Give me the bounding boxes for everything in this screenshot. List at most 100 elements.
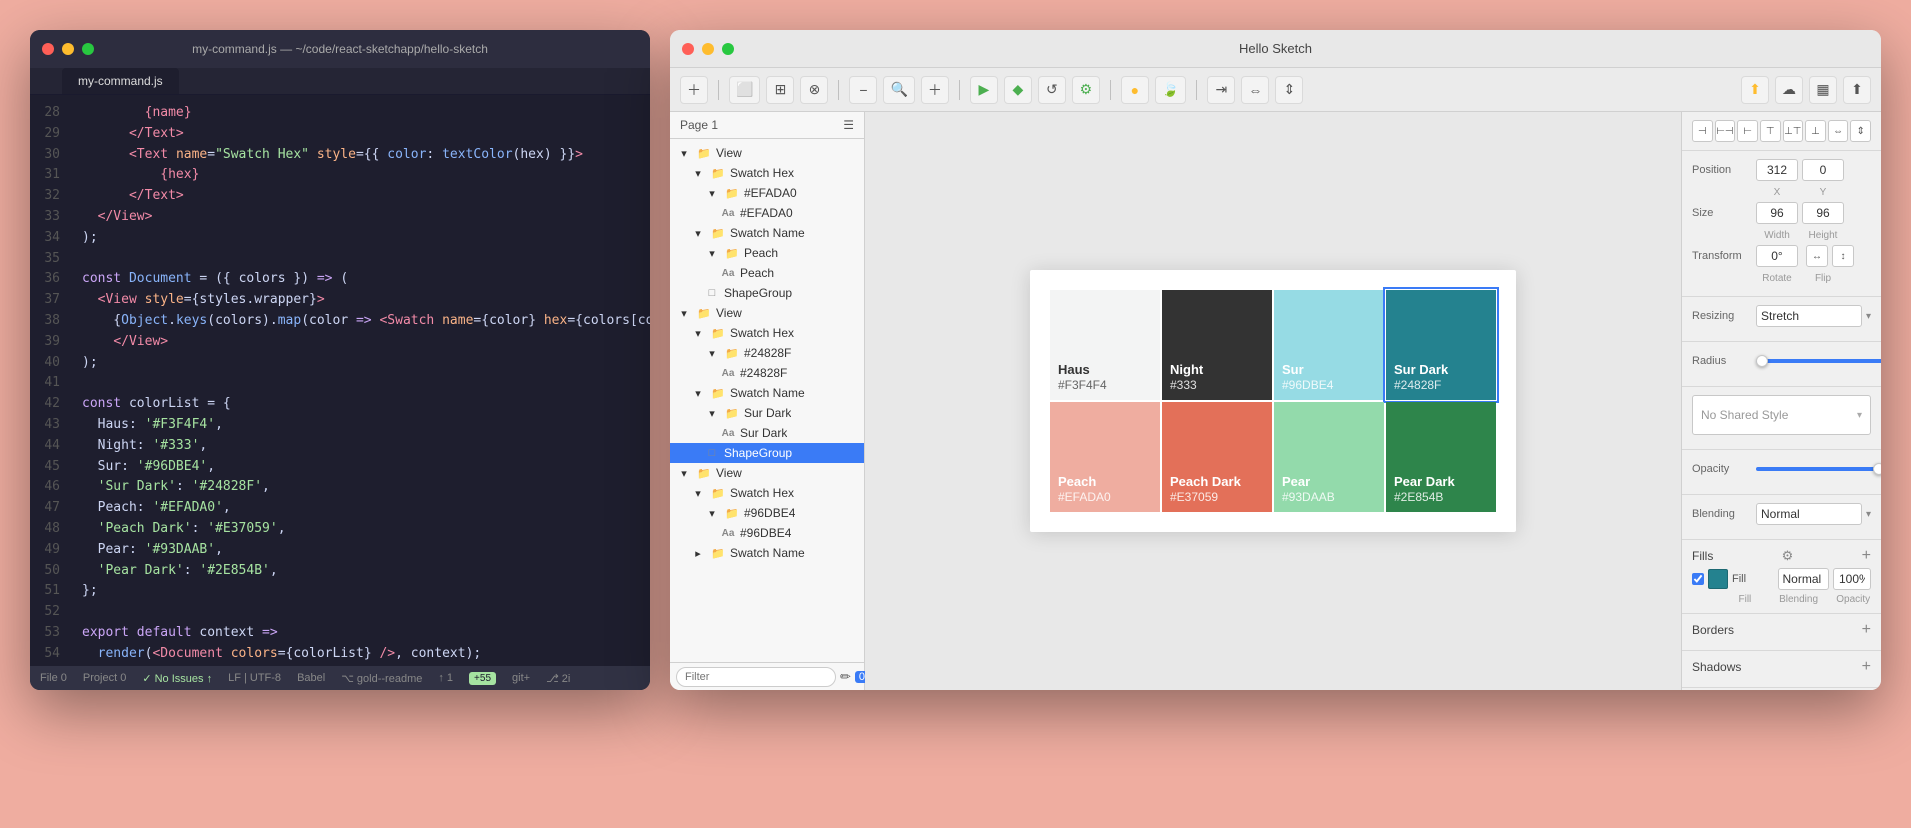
swatch-haus[interactable]: Haus #F3F4F4 [1050, 290, 1160, 400]
toolbar-symbol-btn[interactable]: ⊗ [800, 76, 828, 104]
fill-color-swatch[interactable] [1708, 569, 1728, 589]
toolbar-align-left-btn[interactable]: ⇥ [1207, 76, 1235, 104]
layer-shapegroup-selected[interactable]: □ ShapeGroup [670, 443, 864, 463]
toolbar-run-btn[interactable]: ▶ [970, 76, 998, 104]
align-top-btn[interactable]: ⊤ [1760, 120, 1781, 142]
layers-toggle-btn[interactable]: ☰ [843, 118, 854, 132]
toolbar-cloud-btn[interactable]: ☁ [1775, 76, 1803, 104]
size-h-input[interactable] [1802, 202, 1844, 224]
layer-swatchhex3[interactable]: ▾ 📁 Swatch Hex [670, 483, 864, 503]
editor-tab[interactable]: my-command.js [62, 68, 179, 94]
align-center-v-btn[interactable]: ⊥⊤ [1783, 120, 1804, 142]
toolbar-sep-4 [1110, 80, 1111, 100]
blending-select[interactable]: Normal Multiply Screen [1756, 503, 1862, 525]
align-bottom-btn[interactable]: ⊥ [1805, 120, 1826, 142]
fill-checkbox-1[interactable] [1692, 573, 1704, 585]
toolbar-circle-btn[interactable]: ● [1121, 76, 1149, 104]
toolbar-zoom-icon[interactable]: 🔍 [883, 76, 914, 104]
fill-blending-select[interactable]: Normal [1778, 568, 1830, 590]
rotate-input[interactable] [1756, 245, 1798, 267]
layer-24828f-folder[interactable]: ▾ 📁 #24828F [670, 343, 864, 363]
swatch-sur[interactable]: Sur #96DBE4 [1274, 290, 1384, 400]
sketch-minimize-button[interactable] [702, 43, 714, 55]
shape-icon: □ [704, 445, 720, 461]
page-label[interactable]: Page 1 [680, 118, 718, 132]
swatch-peachdark[interactable]: Peach Dark #E37059 [1162, 402, 1272, 512]
layer-view1[interactable]: ▾ 📁 View [670, 143, 864, 163]
flip-v-btn[interactable]: ↕ [1832, 245, 1854, 267]
toolbar-zoom-out-btn[interactable]: − [849, 76, 877, 104]
layer-efada0-text[interactable]: Aa #EFADA0 [670, 203, 864, 223]
layer-view3[interactable]: ▾ 📁 View [670, 463, 864, 483]
fullscreen-button[interactable] [82, 43, 94, 55]
toolbar-frame-btn[interactable]: ⬜ [729, 76, 760, 104]
flip-h-btn[interactable]: ↔ [1806, 245, 1828, 267]
toolbar-refresh-btn[interactable]: ↺ [1038, 76, 1066, 104]
radius-slider[interactable] [1756, 359, 1881, 363]
distribute-h-btn[interactable]: ⇔ [1828, 120, 1849, 142]
layer-surdark-text[interactable]: Aa Sur Dark [670, 423, 864, 443]
sketch-close-button[interactable] [682, 43, 694, 55]
layer-96dbe4-folder[interactable]: ▾ 📁 #96DBE4 [670, 503, 864, 523]
layer-24828f-text[interactable]: Aa #24828F [670, 363, 864, 383]
layer-peach-text[interactable]: Aa Peach [670, 263, 864, 283]
toolbar-shape-btn[interactable]: ◆ [1004, 76, 1032, 104]
fills-gear-icon[interactable]: ⚙ [1782, 548, 1794, 564]
layer-swatchname1[interactable]: ▾ 📁 Swatch Name [670, 223, 864, 243]
editor-title: my-command.js — ~/code/react-sketchapp/h… [192, 42, 488, 56]
position-x-input[interactable] [1756, 159, 1798, 181]
inspector-shadows-section: Shadows + [1682, 651, 1881, 688]
close-button[interactable] [42, 43, 54, 55]
canvas-content: Haus #F3F4F4 Night #333 Sur #96DBE4 Su [1030, 270, 1516, 532]
distribute-v-btn[interactable]: ⇕ [1850, 120, 1871, 142]
swatch-surdark[interactable]: Sur Dark #24828F [1386, 290, 1496, 400]
toolbar-share-btn[interactable]: ⬆ [1843, 76, 1871, 104]
align-left-btn[interactable]: ⊣ [1692, 120, 1713, 142]
toolbar-distribute-btn[interactable]: ⇕ [1275, 76, 1303, 104]
layer-swatchhex1[interactable]: ▾ 📁 Swatch Hex [670, 163, 864, 183]
swatch-pear[interactable]: Pear #93DAAB [1274, 402, 1384, 512]
fill-opacity-input[interactable] [1833, 568, 1871, 590]
swatch-peardark[interactable]: Pear Dark #2E854B [1386, 402, 1496, 512]
swatch-night[interactable]: Night #333 [1162, 290, 1272, 400]
layer-swatchname2[interactable]: ▾ 📁 Swatch Name [670, 383, 864, 403]
folder-icon: 📁 [710, 545, 726, 561]
layer-96dbe4-text[interactable]: Aa #96DBE4 [670, 523, 864, 543]
layer-efada0-folder[interactable]: ▾ 📁 #EFADA0 [670, 183, 864, 203]
toolbar-add-btn[interactable]: ＋ [680, 76, 708, 104]
toolbar-inspector-btn[interactable]: ▦ [1809, 76, 1837, 104]
layer-view2[interactable]: ▾ 📁 View [670, 303, 864, 323]
borders-add-btn[interactable]: + [1862, 622, 1871, 638]
swatch-peardark-hex: #2E854B [1394, 490, 1443, 504]
toolbar-leaf-btn[interactable]: 🍃 [1155, 76, 1186, 104]
layer-surdark-folder[interactable]: ▾ 📁 Sur Dark [670, 403, 864, 423]
fills-add-btn[interactable]: + [1862, 548, 1871, 564]
fills-title: Fills [1692, 549, 1713, 563]
toolbar-plugin-btn[interactable]: ⚙ [1072, 76, 1100, 104]
chevron-right-icon: ▸ [690, 545, 706, 561]
editor-body: 2829303132 3334353637 3839404142 4344454… [30, 95, 650, 666]
align-center-h-btn[interactable]: ⊢⊣ [1715, 120, 1736, 142]
shadows-add-btn[interactable]: + [1862, 659, 1871, 675]
sketch-fullscreen-button[interactable] [722, 43, 734, 55]
shared-style-box[interactable]: No Shared Style ▾ [1692, 395, 1871, 435]
layer-peach-folder[interactable]: ▾ 📁 Peach [670, 243, 864, 263]
chevron-down-icon: ▾ [690, 225, 706, 241]
toolbar-align-center-btn[interactable]: ⇔ [1241, 76, 1269, 104]
layer-edit-btn[interactable]: ✏ [840, 669, 851, 685]
layer-shapegroup1[interactable]: □ ShapeGroup [670, 283, 864, 303]
y-label: Y [1802, 187, 1844, 198]
toolbar-slice-btn[interactable]: ⊞ [766, 76, 794, 104]
opacity-slider[interactable] [1756, 467, 1881, 471]
minimize-button[interactable] [62, 43, 74, 55]
swatch-peach[interactable]: Peach #EFADA0 [1050, 402, 1160, 512]
toolbar-export-btn[interactable]: ⬆ [1741, 76, 1769, 104]
size-w-input[interactable] [1756, 202, 1798, 224]
toolbar-zoom-in-btn[interactable]: ＋ [921, 76, 949, 104]
layer-swatchname3[interactable]: ▸ 📁 Swatch Name [670, 543, 864, 563]
filter-input[interactable] [676, 667, 836, 687]
position-y-input[interactable] [1802, 159, 1844, 181]
layer-swatchhex2[interactable]: ▾ 📁 Swatch Hex [670, 323, 864, 343]
align-right-btn[interactable]: ⊢ [1737, 120, 1758, 142]
resizing-select[interactable]: Stretch Pin to Corner Float in Place [1756, 305, 1862, 327]
